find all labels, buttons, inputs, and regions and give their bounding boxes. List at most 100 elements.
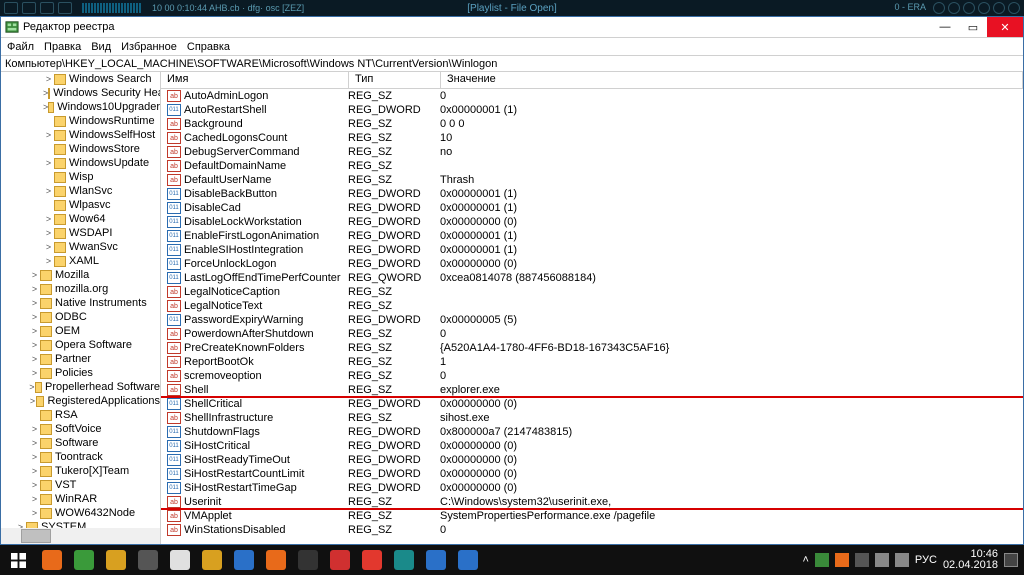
- start-button[interactable]: [0, 545, 36, 575]
- tree-expand-icon[interactable]: >: [29, 340, 40, 350]
- value-row[interactable]: abLegalNoticeCaptionREG_SZ: [161, 285, 1023, 299]
- tree-expand-icon[interactable]: >: [43, 158, 54, 168]
- value-row[interactable]: 011EnableSIHostIntegrationREG_DWORD0x000…: [161, 243, 1023, 257]
- tree-item[interactable]: >Software: [1, 436, 160, 450]
- registry-tree[interactable]: >Windows Search>Windows Security Heal>Wi…: [1, 72, 160, 528]
- tree-item[interactable]: Wlpasvc: [1, 198, 160, 212]
- tree-expand-icon[interactable]: >: [29, 494, 40, 504]
- value-row[interactable]: abVMAppletREG_SZSystemPropertiesPerforma…: [161, 509, 1023, 523]
- mediaplayer-next-icon[interactable]: [58, 2, 72, 14]
- taskbar-app-4[interactable]: [132, 545, 164, 575]
- taskbar-app-10[interactable]: [324, 545, 356, 575]
- value-row[interactable]: 011SiHostRestartTimeGapREG_DWORD0x000000…: [161, 481, 1023, 495]
- tree-item[interactable]: >Windows Search: [1, 72, 160, 86]
- mediaplayer-btn-6[interactable]: [1008, 2, 1020, 14]
- taskbar-app-2[interactable]: [68, 545, 100, 575]
- value-row[interactable]: abAutoAdminLogonREG_SZ0: [161, 89, 1023, 103]
- tree-expand-icon[interactable]: >: [29, 480, 40, 490]
- tree-item[interactable]: >SoftVoice: [1, 422, 160, 436]
- value-row[interactable]: 011DisableBackButtonREG_DWORD0x00000001 …: [161, 187, 1023, 201]
- tree-expand-icon[interactable]: >: [29, 270, 40, 280]
- menu-file[interactable]: Файл: [7, 41, 34, 53]
- taskbar-app-5[interactable]: [164, 545, 196, 575]
- mediaplayer-btn-3[interactable]: [963, 2, 975, 14]
- value-row[interactable]: abDefaultUserNameREG_SZThrash: [161, 173, 1023, 187]
- tree-expand-icon[interactable]: >: [43, 256, 54, 266]
- menu-edit[interactable]: Правка: [44, 41, 81, 53]
- taskbar-app-7[interactable]: [228, 545, 260, 575]
- mediaplayer-btn-2[interactable]: [948, 2, 960, 14]
- tree-item[interactable]: >WindowsUpdate: [1, 156, 160, 170]
- tray-volume-icon[interactable]: [895, 553, 909, 567]
- tree-expand-icon[interactable]: >: [29, 298, 40, 308]
- menu-view[interactable]: Вид: [91, 41, 111, 53]
- tree-item[interactable]: >Windows Security Heal: [1, 86, 160, 100]
- tree-expand-icon[interactable]: >: [29, 368, 40, 378]
- tray-language[interactable]: РУС: [915, 554, 937, 566]
- value-row[interactable]: 011DisableCadREG_DWORD0x00000001 (1): [161, 201, 1023, 215]
- values-list[interactable]: abAutoAdminLogonREG_SZ0011AutoRestartShe…: [161, 89, 1023, 544]
- mediaplayer-prev-icon[interactable]: [22, 2, 36, 14]
- tree-item[interactable]: >Mozilla: [1, 268, 160, 282]
- tree-item[interactable]: >WindowsSelfHost: [1, 128, 160, 142]
- tree-expand-icon[interactable]: >: [29, 312, 40, 322]
- mediaplayer-menu-icon[interactable]: [4, 2, 18, 14]
- menu-help[interactable]: Справка: [187, 41, 230, 53]
- taskbar-app-6[interactable]: [196, 545, 228, 575]
- mediaplayer-play-icon[interactable]: [40, 2, 54, 14]
- address-bar[interactable]: Компьютер\HKEY_LOCAL_MACHINE\SOFTWARE\Mi…: [1, 56, 1023, 72]
- value-row[interactable]: 011AutoRestartShellREG_DWORD0x00000001 (…: [161, 103, 1023, 117]
- value-row[interactable]: abShellInfrastructureREG_SZsihost.exe: [161, 411, 1023, 425]
- taskbar-app-9[interactable]: [292, 545, 324, 575]
- mediaplayer-btn-5[interactable]: [993, 2, 1005, 14]
- tray-network-icon[interactable]: [875, 553, 889, 567]
- value-row[interactable]: abCachedLogonsCountREG_SZ10: [161, 131, 1023, 145]
- value-row[interactable]: 011PasswordExpiryWarningREG_DWORD0x00000…: [161, 313, 1023, 327]
- taskbar-app-13[interactable]: [420, 545, 452, 575]
- col-type[interactable]: Тип: [349, 72, 441, 88]
- value-row[interactable]: 011SiHostRestartCountLimitREG_DWORD0x000…: [161, 467, 1023, 481]
- tree-item[interactable]: >WOW6432Node: [1, 506, 160, 520]
- tree-item[interactable]: WindowsRuntime: [1, 114, 160, 128]
- tray-expand-icon[interactable]: ˄: [802, 554, 808, 566]
- value-row[interactable]: 011SiHostCriticalREG_DWORD0x00000000 (0): [161, 439, 1023, 453]
- tree-item[interactable]: >WwanSvc: [1, 240, 160, 254]
- tree-item[interactable]: >Native Instruments: [1, 296, 160, 310]
- taskbar-app-12[interactable]: [388, 545, 420, 575]
- titlebar[interactable]: Редактор реестра — ▭ ✕: [1, 17, 1023, 38]
- tree-item[interactable]: >WlanSvc: [1, 184, 160, 198]
- tree-pane[interactable]: >Windows Search>Windows Security Heal>Wi…: [1, 72, 161, 544]
- tree-expand-icon[interactable]: >: [43, 228, 54, 238]
- value-row[interactable]: 011LastLogOffEndTimePerfCounterREG_QWORD…: [161, 271, 1023, 285]
- tree-expand-icon[interactable]: >: [43, 186, 54, 196]
- tree-item[interactable]: RSA: [1, 408, 160, 422]
- tree-expand-icon[interactable]: >: [43, 242, 54, 252]
- tray-clock[interactable]: 10:46 02.04.2018: [943, 549, 998, 571]
- tree-item[interactable]: >Partner: [1, 352, 160, 366]
- mediaplayer-btn-1[interactable]: [933, 2, 945, 14]
- value-row[interactable]: abDefaultDomainNameREG_SZ: [161, 159, 1023, 173]
- tree-item[interactable]: >Toontrack: [1, 450, 160, 464]
- tree-expand-icon[interactable]: >: [29, 284, 40, 294]
- value-row[interactable]: 011SiHostReadyTimeOutREG_DWORD0x00000000…: [161, 453, 1023, 467]
- value-row[interactable]: abscremoveoptionREG_SZ0: [161, 369, 1023, 383]
- tree-item[interactable]: Wisp: [1, 170, 160, 184]
- tree-expand-icon[interactable]: >: [43, 74, 54, 84]
- value-row[interactable]: 011ForceUnlockLogonREG_DWORD0x00000000 (…: [161, 257, 1023, 271]
- tree-expand-icon[interactable]: >: [29, 396, 36, 406]
- taskbar-app-3[interactable]: [100, 545, 132, 575]
- tree-expand-icon[interactable]: >: [29, 466, 40, 476]
- value-row[interactable]: 011EnableFirstLogonAnimationREG_DWORD0x0…: [161, 229, 1023, 243]
- tray-notifications-icon[interactable]: [1004, 553, 1018, 567]
- scrollbar-thumb[interactable]: [21, 529, 51, 543]
- tree-expand-icon[interactable]: >: [29, 354, 40, 364]
- maximize-button[interactable]: ▭: [959, 17, 987, 37]
- tree-item[interactable]: >Tukero[X]Team: [1, 464, 160, 478]
- mediaplayer-btn-4[interactable]: [978, 2, 990, 14]
- tree-expand-icon[interactable]: >: [29, 508, 40, 518]
- tree-item[interactable]: >Windows10Upgrader: [1, 100, 160, 114]
- tree-item[interactable]: >XAML: [1, 254, 160, 268]
- tree-item[interactable]: >SYSTEM: [1, 520, 160, 528]
- col-name[interactable]: Имя: [161, 72, 349, 88]
- tree-item[interactable]: >mozilla.org: [1, 282, 160, 296]
